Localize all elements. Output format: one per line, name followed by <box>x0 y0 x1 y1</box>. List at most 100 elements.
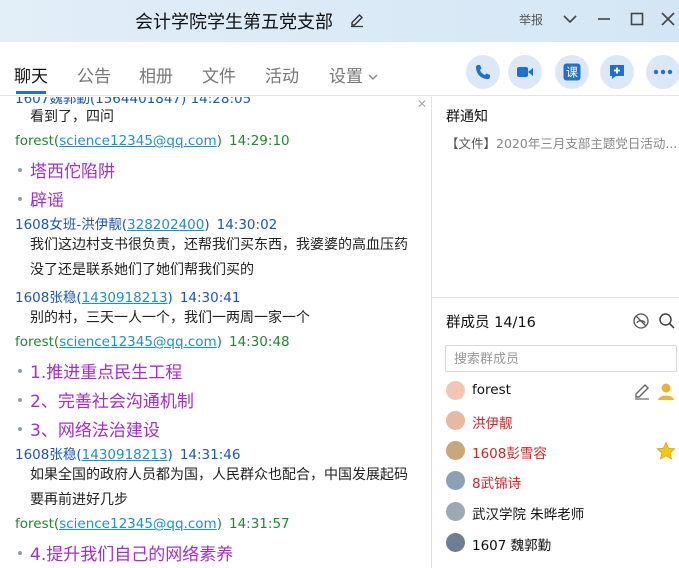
video-call-button[interactable] <box>508 55 542 89</box>
group-notice-title[interactable]: 群通知 <box>446 106 488 126</box>
sender-account-link[interactable]: 328202400 <box>127 217 204 233</box>
tab-files[interactable]: 文件 <box>202 62 236 87</box>
owner-icon <box>658 383 674 400</box>
report-button[interactable]: 举报 <box>519 11 543 28</box>
message-sender: 1608张稳(1430918213) 14:31:46 <box>15 447 241 463</box>
bullet-dot <box>18 197 22 201</box>
close-icon[interactable] <box>657 8 679 30</box>
tab-settings-label: 设置 <box>329 67 363 87</box>
maximize-icon[interactable] <box>626 8 648 30</box>
bullet-text: 塔西佗陷阱 <box>30 162 115 182</box>
bullet-dot <box>18 551 22 555</box>
member-item[interactable]: forest <box>446 380 676 402</box>
member-name: 1607 魏郭勤 <box>472 538 552 554</box>
more-button[interactable] <box>646 55 679 89</box>
bullet-text: 4.提升我们自己的网络素养 <box>30 545 234 565</box>
member-name: 武汉学院 朱晔老师 <box>472 507 585 523</box>
tab-activity[interactable]: 活动 <box>265 62 299 87</box>
section-divider <box>432 297 679 298</box>
message-sender: forest(science12345@qq.com) 14:29:10 <box>15 133 290 149</box>
message-time: 14:31:57 <box>228 516 290 532</box>
bullet-message: 3、网络法治建设 <box>18 416 160 441</box>
message-text: 如果全国的政府人员都为国，人民群众也配合，中国发展起码要再前进好几步 <box>30 467 408 508</box>
message-text: 我们这边村支书很负责，还帮我们买东西，我婆婆的高血压药没了还是联系她们了她们帮我… <box>30 237 408 278</box>
manage-members-icon[interactable] <box>632 312 650 330</box>
bullet-text: 2、完善社会沟通机制 <box>30 392 194 412</box>
course-icon: 课 <box>563 63 581 81</box>
message-text: 别的村，三天一人一个，我们一两周一家一个 <box>30 310 310 326</box>
bullet-message: 辟谣 <box>18 186 64 211</box>
message-sender: forest(science12345@qq.com) 14:31:57 <box>15 516 290 532</box>
sender-name: 1608张稳 <box>15 447 77 463</box>
tab-settings[interactable]: 设置 <box>329 62 379 87</box>
message-sender: 1608张稳(1430918213) 14:30:41 <box>15 290 241 306</box>
title-bar: 会计学院学生第五党支部 举报 <box>0 0 679 42</box>
tab-bar: 聊天 公告 相册 文件 活动 设置 课 <box>0 42 679 96</box>
chevron-down-icon <box>368 74 378 80</box>
member-item[interactable]: 8武锦诗 <box>446 470 676 492</box>
star-icon <box>656 441 676 460</box>
bullet-dot <box>18 369 22 373</box>
tab-chat[interactable]: 聊天 <box>14 62 48 87</box>
message-time: 14:30:48 <box>228 334 290 350</box>
message-time: 14:31:46 <box>179 447 241 463</box>
member-item[interactable]: 洪伊靓 <box>446 410 676 432</box>
avatar <box>446 471 465 490</box>
svg-text:课: 课 <box>566 66 578 80</box>
search-icon[interactable] <box>658 312 676 330</box>
member-name: 8武锦诗 <box>472 476 522 492</box>
bullet-text: 1.推进重点民生工程 <box>30 363 183 383</box>
bullet-message: 塔西佗陷阱 <box>18 157 115 182</box>
chevron-down-icon[interactable] <box>559 8 581 30</box>
avatar <box>446 441 465 460</box>
group-notice-file[interactable]: 【文件】2020年三月支部主题党日活动... <box>446 133 676 152</box>
edit-title-icon[interactable] <box>349 12 365 28</box>
bullet-dot <box>18 398 22 402</box>
bullet-message: 1.推进重点民生工程 <box>18 358 182 383</box>
active-tab-indicator <box>16 91 46 94</box>
bullet-message: 4.提升我们自己的网络素养 <box>18 540 233 565</box>
message-time: 14:30:02 <box>216 217 278 233</box>
member-item[interactable]: 1608彭雪容 <box>446 440 676 462</box>
sender-account-link[interactable]: science12345@qq.com <box>59 334 217 350</box>
add-chat-button[interactable] <box>600 55 634 89</box>
window-title: 会计学院学生第五党支部 <box>135 12 333 33</box>
sender-name: 1608张稳 <box>15 290 77 306</box>
tab-announcement[interactable]: 公告 <box>77 62 111 87</box>
phone-icon <box>476 65 490 79</box>
collapse-icon[interactable]: ✕ <box>417 97 427 111</box>
member-name: forest <box>472 382 511 398</box>
message-time: 14:30:41 <box>179 290 241 306</box>
sender-account-link[interactable]: 1430918213 <box>82 447 168 463</box>
member-name: 洪伊靓 <box>472 416 513 432</box>
member-item[interactable]: 1607 魏郭勤 <box>446 532 676 554</box>
sender-account-link[interactable]: science12345@qq.com <box>59 516 217 532</box>
sender-name: 1608女班-洪伊靓 <box>15 217 122 233</box>
search-members-input[interactable]: 搜索群成员 <box>445 345 677 372</box>
bullet-dot <box>18 168 22 172</box>
bullet-dot <box>18 427 22 431</box>
sender-account-link[interactable]: science12345@qq.com <box>59 133 217 149</box>
sender-name: forest <box>15 516 54 532</box>
sender-name: forest <box>15 334 54 350</box>
edit-icon[interactable] <box>632 381 652 401</box>
message-text: 看到了，四问 <box>30 109 114 125</box>
voice-call-button[interactable] <box>466 55 500 89</box>
avatar <box>446 533 465 552</box>
tab-album[interactable]: 相册 <box>139 62 173 87</box>
bullet-message: 2、完善社会沟通机制 <box>18 387 194 412</box>
more-icon <box>653 69 673 75</box>
member-item[interactable]: 武汉学院 朱晔老师 <box>446 501 676 523</box>
chat-area[interactable]: 1607魏郭勤(1564401847) 14:28:05 ✕ 看到了，四问 fo… <box>0 97 431 568</box>
notice-file-text: 2020年三月支部主题党日活动... <box>496 136 676 151</box>
bullet-text: 辟谣 <box>30 191 64 211</box>
message-sender: forest(science12345@qq.com) 14:30:48 <box>15 334 290 350</box>
bullet-text: 3、网络法治建设 <box>30 421 160 441</box>
sender-account-link[interactable]: 1430918213 <box>82 290 168 306</box>
course-button[interactable]: 课 <box>555 55 589 89</box>
message-sender: 1608女班-洪伊靓(328202400) 14:30:02 <box>15 217 278 233</box>
avatar <box>446 411 465 430</box>
minimize-icon[interactable] <box>593 8 615 30</box>
panel-divider <box>431 97 432 568</box>
add-chat-icon <box>610 65 624 79</box>
